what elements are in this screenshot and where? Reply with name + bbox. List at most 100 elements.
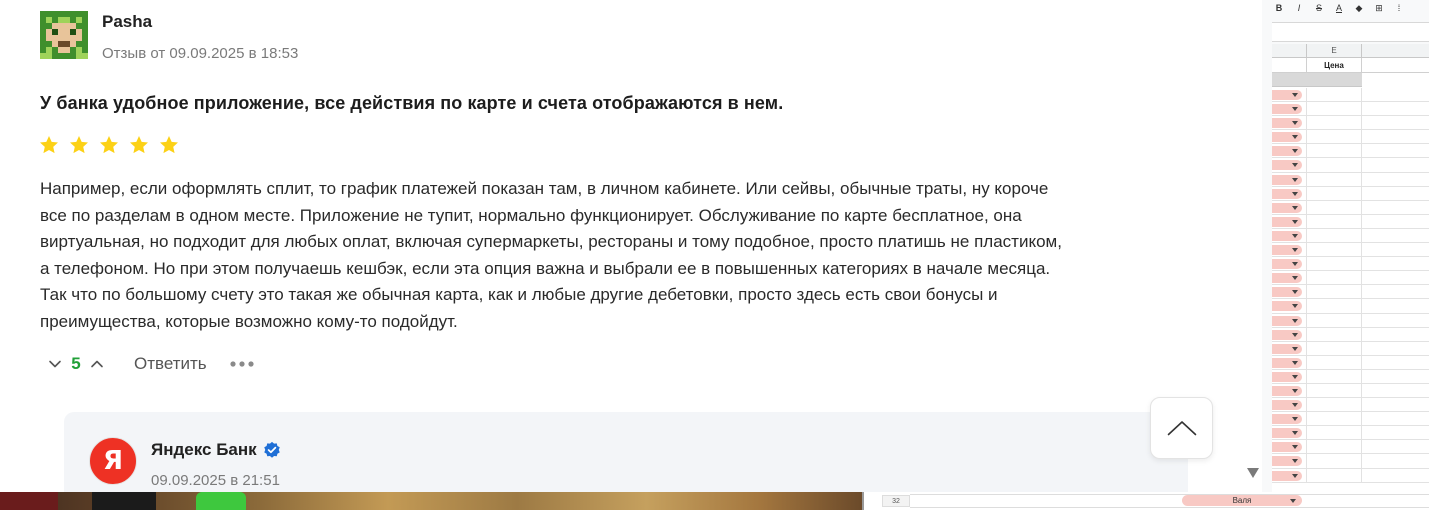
reply-button[interactable]: Ответить — [134, 354, 207, 374]
price-cell[interactable] — [1306, 158, 1362, 173]
scroll-down-arrow-icon[interactable] — [1246, 467, 1260, 479]
chevron-up-icon — [1167, 421, 1196, 436]
price-cell[interactable] — [1306, 369, 1362, 384]
price-cell[interactable] — [1306, 271, 1362, 286]
fill-color-button[interactable]: ◆ — [1352, 3, 1366, 14]
price-cell[interactable] — [1306, 200, 1362, 215]
price-cell[interactable] — [1306, 102, 1362, 117]
dropdown-chip[interactable] — [1272, 273, 1302, 284]
dropdown-chip[interactable] — [1272, 245, 1302, 256]
dropdown-chip[interactable] — [1272, 216, 1302, 227]
price-cell[interactable] — [1306, 299, 1362, 314]
price-cell[interactable] — [1306, 172, 1362, 187]
bank-logo-letter: Я — [102, 446, 124, 476]
column-letter-e[interactable]: E — [1306, 44, 1362, 58]
spreadsheet-bottom-row: 32 Валя — [862, 492, 1429, 510]
bank-logo[interactable]: Я — [89, 437, 137, 485]
price-cell[interactable] — [1306, 355, 1362, 370]
price-cell[interactable] — [1306, 130, 1362, 145]
dropdown-chip[interactable] — [1272, 456, 1302, 467]
sheet-row — [1272, 369, 1429, 384]
dropdown-chip[interactable] — [1272, 385, 1302, 396]
dropdown-chip[interactable] — [1272, 259, 1302, 270]
dropdown-chip[interactable]: Валя — [1182, 495, 1302, 506]
price-cell[interactable] — [1306, 412, 1362, 427]
dropdown-chip[interactable] — [1272, 160, 1302, 171]
price-cell[interactable] — [1306, 214, 1362, 229]
gray-row — [1272, 73, 1362, 87]
dropdown-chip[interactable] — [1272, 343, 1302, 354]
taskbar-tile[interactable] — [92, 492, 156, 510]
price-cell[interactable] — [1306, 383, 1362, 398]
price-cell[interactable] — [1306, 228, 1362, 243]
sheet-row — [1272, 412, 1429, 427]
author-name[interactable]: Pasha — [102, 12, 152, 32]
vote-up-button[interactable] — [82, 350, 112, 378]
avatar-pixel — [82, 53, 88, 59]
more-options-button[interactable] — [227, 350, 257, 378]
dropdown-chip[interactable] — [1272, 371, 1302, 382]
background-strip: 32 Валя — [0, 492, 1429, 510]
price-cell[interactable] — [1306, 186, 1362, 201]
dropdown-chip[interactable] — [1272, 315, 1302, 326]
price-cell[interactable] — [1306, 285, 1362, 300]
review-card: Pasha Отзыв от 09.09.2025 в 18:53 У банк… — [0, 0, 1262, 492]
dropdown-chip[interactable] — [1272, 90, 1302, 100]
dropdown-chip[interactable] — [1272, 202, 1302, 213]
sheet-row — [1272, 158, 1429, 173]
price-cell[interactable] — [1306, 144, 1362, 159]
dropdown-chip[interactable] — [1272, 470, 1302, 481]
dropdown-chip[interactable] — [1272, 287, 1302, 298]
price-cell[interactable] — [1306, 313, 1362, 328]
dropdown-chip[interactable] — [1272, 146, 1302, 157]
scroll-to-top-button[interactable] — [1150, 397, 1213, 459]
bold-button[interactable]: B — [1272, 3, 1286, 13]
sheet-row — [1272, 130, 1429, 145]
dropdown-chip[interactable] — [1272, 230, 1302, 241]
sheet-row — [1272, 454, 1429, 469]
dropdown-chip[interactable] — [1272, 357, 1302, 368]
formula-bar[interactable] — [1272, 22, 1429, 42]
price-cell[interactable] — [1306, 327, 1362, 342]
dropdown-chip[interactable] — [1272, 428, 1302, 439]
price-header-cell[interactable]: Цена — [1306, 58, 1362, 73]
price-cell[interactable] — [1306, 398, 1362, 413]
sheet-row — [1272, 186, 1429, 201]
avatar[interactable] — [40, 11, 88, 59]
strikethrough-button[interactable]: S — [1312, 3, 1326, 13]
dropdown-chip[interactable] — [1272, 414, 1302, 425]
dropdown-chip[interactable] — [1272, 118, 1302, 129]
text-color-button[interactable]: A — [1332, 3, 1346, 13]
dropdown-chip[interactable] — [1272, 104, 1302, 115]
bank-name-label: Яндекс Банк — [151, 440, 257, 459]
taskbar-tile[interactable] — [196, 492, 246, 510]
dropdown-chip[interactable] — [1272, 329, 1302, 340]
sheet-row — [1272, 299, 1429, 314]
price-cell[interactable] — [1306, 243, 1362, 258]
price-cell[interactable] — [1306, 88, 1362, 102]
sheet-row — [1272, 285, 1429, 300]
price-cell[interactable] — [1306, 454, 1362, 469]
taskbar-tile[interactable] — [0, 492, 58, 510]
italic-button[interactable]: I — [1292, 3, 1306, 13]
dropdown-chip[interactable] — [1272, 301, 1302, 312]
vote-down-button[interactable] — [40, 350, 70, 378]
price-cell[interactable] — [1306, 116, 1362, 131]
price-cell[interactable] — [1306, 468, 1362, 483]
dropdown-chip[interactable] — [1272, 132, 1302, 143]
borders-button[interactable]: ⊞ — [1372, 3, 1386, 14]
price-cell[interactable] — [1306, 440, 1362, 455]
spreadsheet-grid[interactable]: E Цена — [1272, 44, 1429, 492]
dropdown-chip[interactable] — [1272, 188, 1302, 199]
spreadsheet-toolbar: B I S A ◆ ⊞ ⁞ — [1272, 0, 1406, 16]
column-header-row: E — [1272, 44, 1429, 58]
rating-stars — [38, 134, 180, 156]
price-cell[interactable] — [1306, 257, 1362, 272]
merge-button[interactable]: ⁞ — [1392, 3, 1406, 13]
price-cell[interactable] — [1306, 426, 1362, 441]
dropdown-chip[interactable] — [1272, 174, 1302, 185]
bank-name[interactable]: Яндекс Банк — [151, 440, 281, 460]
price-cell[interactable] — [1306, 341, 1362, 356]
dropdown-chip[interactable] — [1272, 400, 1302, 411]
dropdown-chip[interactable] — [1272, 442, 1302, 453]
